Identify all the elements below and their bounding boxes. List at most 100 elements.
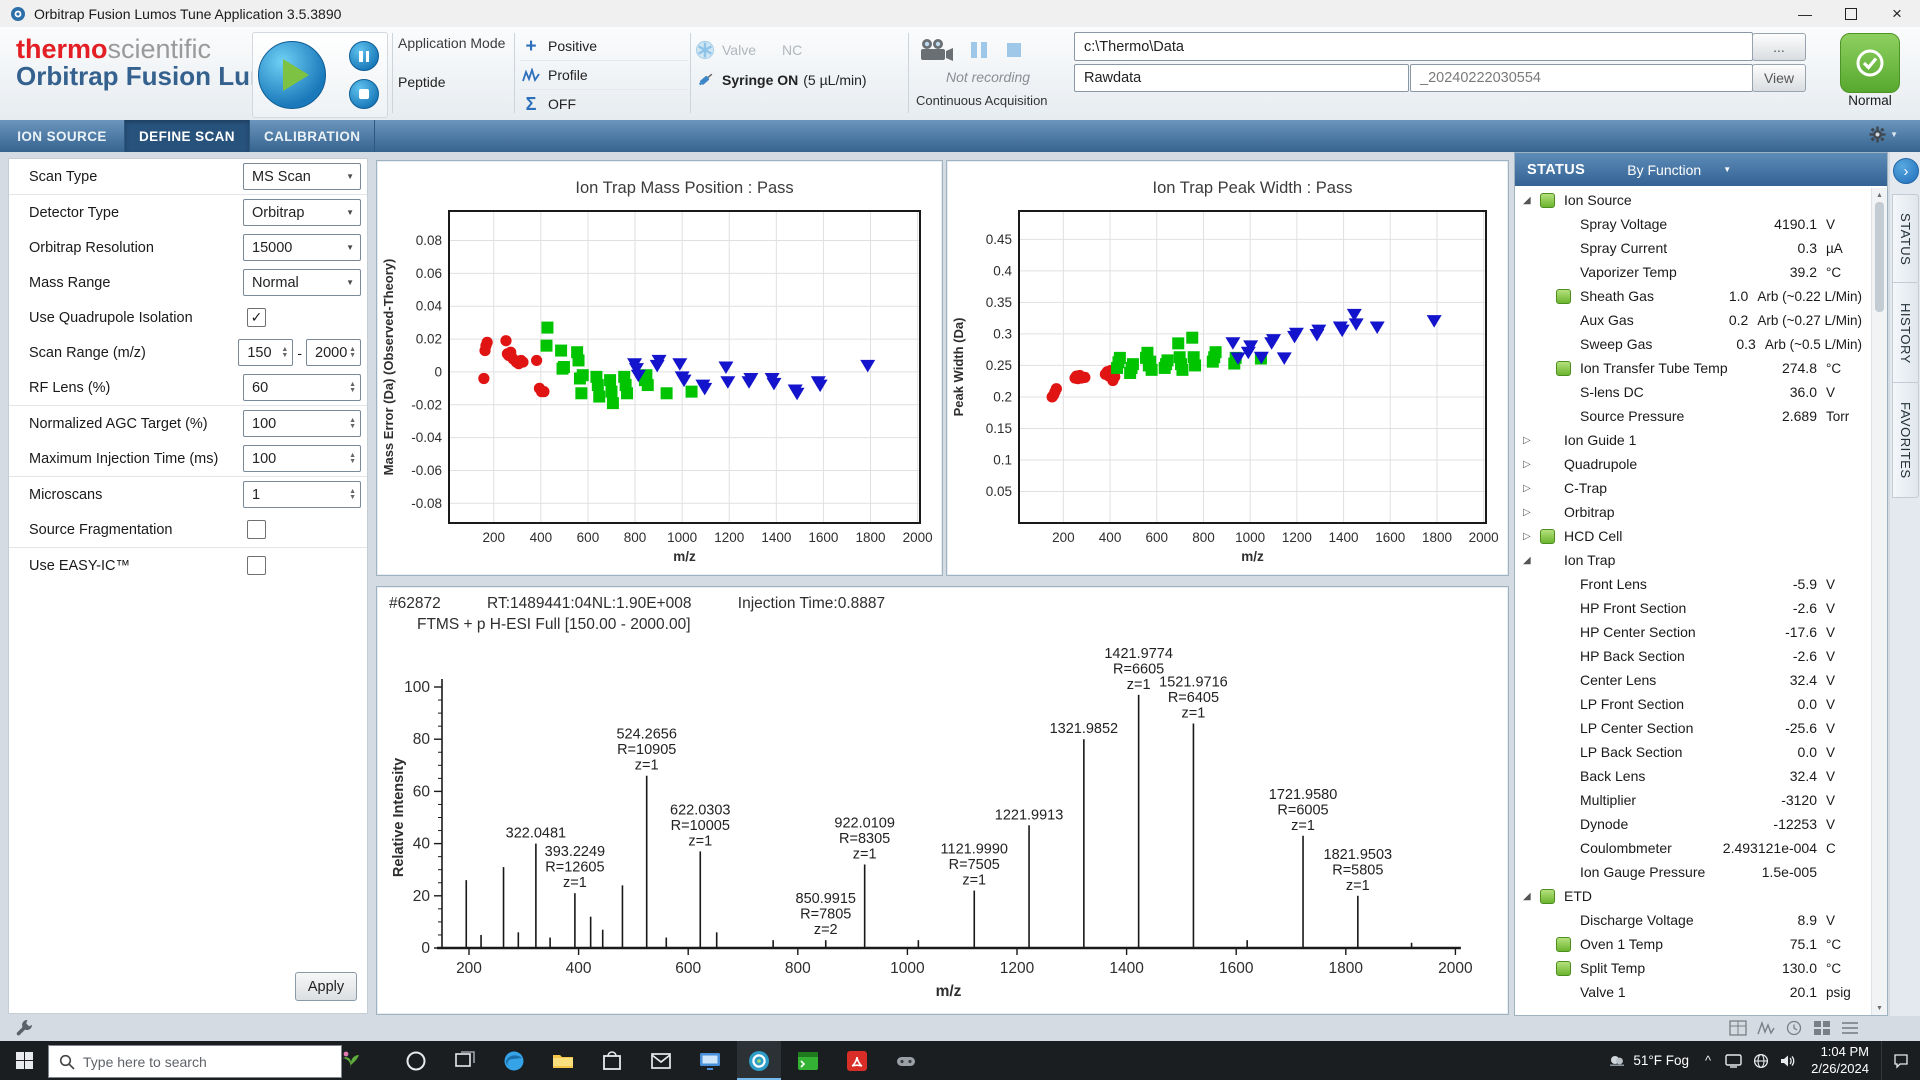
- spinner-input[interactable]: 100▲▼: [243, 410, 361, 437]
- spinner-arrows[interactable]: ▲▼: [349, 382, 360, 393]
- taskbar-app-acrobat[interactable]: [835, 1041, 879, 1080]
- spinner-arrows[interactable]: ▲▼: [349, 418, 360, 429]
- taskbar-app-controller[interactable]: [884, 1041, 928, 1080]
- spinner-arrows[interactable]: ▲▼: [349, 489, 360, 500]
- taskbar-app-store[interactable]: [590, 1041, 634, 1080]
- file-name-input[interactable]: Rawdata: [1074, 64, 1409, 92]
- svg-text:1400: 1400: [1329, 530, 1359, 545]
- spinner-input[interactable]: 150▲▼: [238, 339, 293, 366]
- checkbox-input[interactable]: [247, 556, 266, 575]
- taskbar-app-edge[interactable]: [492, 1041, 536, 1080]
- play-button[interactable]: [258, 41, 326, 109]
- stop-button[interactable]: [349, 79, 379, 109]
- form-label: Orbitrap Resolution: [29, 240, 154, 256]
- tab-define-scan[interactable]: DEFINE SCAN: [125, 120, 250, 152]
- maximize-button[interactable]: [1828, 0, 1874, 27]
- taskbar-app-monitor-app[interactable]: [688, 1041, 732, 1080]
- taskbar-app-file-explorer[interactable]: [541, 1041, 585, 1080]
- network-icon[interactable]: [1753, 1053, 1769, 1069]
- spinner-input[interactable]: 2000▲▼: [306, 339, 361, 366]
- tab-calibration[interactable]: CALIBRATION: [250, 120, 375, 152]
- record-pause-icon[interactable]: [968, 39, 990, 61]
- taskbar-app-task-view[interactable]: [443, 1041, 487, 1080]
- expander-icon[interactable]: ▷: [1523, 435, 1540, 446]
- expander-icon[interactable]: ▷: [1523, 483, 1540, 494]
- select-input[interactable]: Normal▼: [243, 269, 361, 296]
- expander-icon[interactable]: ◢: [1523, 195, 1540, 206]
- spinner-input[interactable]: 100▲▼: [243, 445, 361, 472]
- history-view-icon[interactable]: [1784, 1019, 1804, 1037]
- minimize-button[interactable]: —: [1782, 0, 1828, 27]
- status-view-selector[interactable]: By Function ▼: [1627, 162, 1731, 178]
- scroll-down-icon[interactable]: ▼: [1876, 1001, 1883, 1015]
- expander-icon[interactable]: ▷: [1523, 531, 1540, 542]
- browse-button[interactable]: ...: [1752, 33, 1806, 61]
- expander-icon[interactable]: ▷: [1523, 459, 1540, 470]
- apply-button[interactable]: Apply: [295, 972, 357, 1001]
- view-button[interactable]: View: [1752, 64, 1806, 92]
- start-button[interactable]: [0, 1041, 48, 1080]
- spectrum-view-icon[interactable]: [1756, 1019, 1776, 1037]
- spinner-arrows[interactable]: ▲▼: [281, 347, 292, 358]
- list-view-icon[interactable]: [1840, 1019, 1860, 1037]
- taskbar-search-input[interactable]: Type here to search: [48, 1045, 342, 1078]
- status-unit: V: [1826, 913, 1862, 928]
- spin-down-icon[interactable]: ▼: [281, 353, 288, 359]
- weather-widget[interactable]: 51°F Fog: [1608, 1053, 1689, 1068]
- expander-icon[interactable]: ◢: [1523, 555, 1540, 566]
- video-camera-icon[interactable]: [918, 38, 954, 62]
- pause-button[interactable]: [349, 41, 379, 71]
- tray-expand-icon[interactable]: ^: [1705, 1053, 1711, 1068]
- data-path-input[interactable]: c:\Thermo\Data: [1074, 32, 1753, 61]
- side-tab-history[interactable]: HISTORY: [1892, 282, 1919, 384]
- volume-icon[interactable]: [1780, 1054, 1796, 1068]
- spinner-arrows[interactable]: ▲▼: [349, 453, 360, 464]
- select-input[interactable]: MS Scan▼: [243, 163, 361, 190]
- spin-down-icon[interactable]: ▼: [349, 388, 356, 394]
- acquisition-mode-select[interactable]: Continuous Acquisition: [912, 93, 1064, 108]
- tab-ion-source[interactable]: ION SOURCE: [0, 120, 125, 152]
- syringe-select[interactable]: Syringe ON (5 µL/min): [694, 65, 906, 95]
- taskbar-app-cortana[interactable]: [394, 1041, 438, 1080]
- application-mode-select[interactable]: Peptide: [398, 69, 510, 95]
- record-stop-icon[interactable]: [1004, 40, 1024, 60]
- scrollbar-thumb[interactable]: [1875, 202, 1884, 312]
- spinner-input[interactable]: 60▲▼: [243, 374, 361, 401]
- spin-down-icon[interactable]: ▼: [349, 459, 356, 465]
- settings-menu[interactable]: ▼: [1869, 126, 1898, 143]
- polarity-select[interactable]: + Positive: [520, 32, 688, 61]
- checkbox-input[interactable]: ✓: [247, 308, 266, 327]
- scan-accumulation-select[interactable]: Σ OFF: [520, 90, 688, 118]
- status-unit: Arb (~0.22 L/Min): [1757, 289, 1862, 304]
- spinner-input[interactable]: 1▲▼: [243, 481, 361, 508]
- side-tab-favorites[interactable]: FAVORITES: [1892, 382, 1919, 498]
- grid-view-icon[interactable]: [1812, 1019, 1832, 1037]
- taskbar-app-console-app[interactable]: [786, 1041, 830, 1080]
- table-view-icon[interactable]: [1728, 1019, 1748, 1037]
- select-input[interactable]: Orbitrap▼: [243, 199, 361, 226]
- system-status-button[interactable]: [1840, 33, 1900, 93]
- taskbar-app-tune-app[interactable]: [737, 1041, 781, 1080]
- spinner-arrows[interactable]: ▲▼: [349, 347, 360, 358]
- collapse-panel-button[interactable]: ›: [1893, 158, 1919, 184]
- expander-icon[interactable]: ▷: [1523, 507, 1540, 518]
- scroll-up-icon[interactable]: ▲: [1876, 188, 1883, 202]
- wrench-icon[interactable]: [14, 1018, 34, 1038]
- spin-down-icon[interactable]: ▼: [349, 495, 356, 501]
- close-button[interactable]: ×: [1874, 0, 1920, 27]
- status-scrollbar[interactable]: ▲ ▼: [1871, 188, 1887, 1015]
- action-center-button[interactable]: [1881, 1041, 1920, 1080]
- expander-icon[interactable]: ◢: [1523, 891, 1540, 902]
- taskbar-app-plant[interactable]: [329, 1041, 373, 1080]
- data-type-select[interactable]: Profile: [520, 61, 688, 90]
- file-suffix-input[interactable]: _20240222030554: [1410, 64, 1753, 92]
- spin-down-icon[interactable]: ▼: [349, 424, 356, 430]
- display-tray-icon[interactable]: [1725, 1054, 1742, 1068]
- select-input[interactable]: 15000▼: [243, 234, 361, 261]
- status-row: ◢Ion Trap: [1515, 548, 1872, 572]
- side-tab-status[interactable]: STATUS: [1892, 194, 1919, 284]
- taskbar-clock[interactable]: 1:04 PM 2/26/2024: [1811, 1044, 1869, 1078]
- taskbar-app-mail[interactable]: [639, 1041, 683, 1080]
- checkbox-input[interactable]: [247, 520, 266, 539]
- spin-down-icon[interactable]: ▼: [349, 353, 356, 359]
